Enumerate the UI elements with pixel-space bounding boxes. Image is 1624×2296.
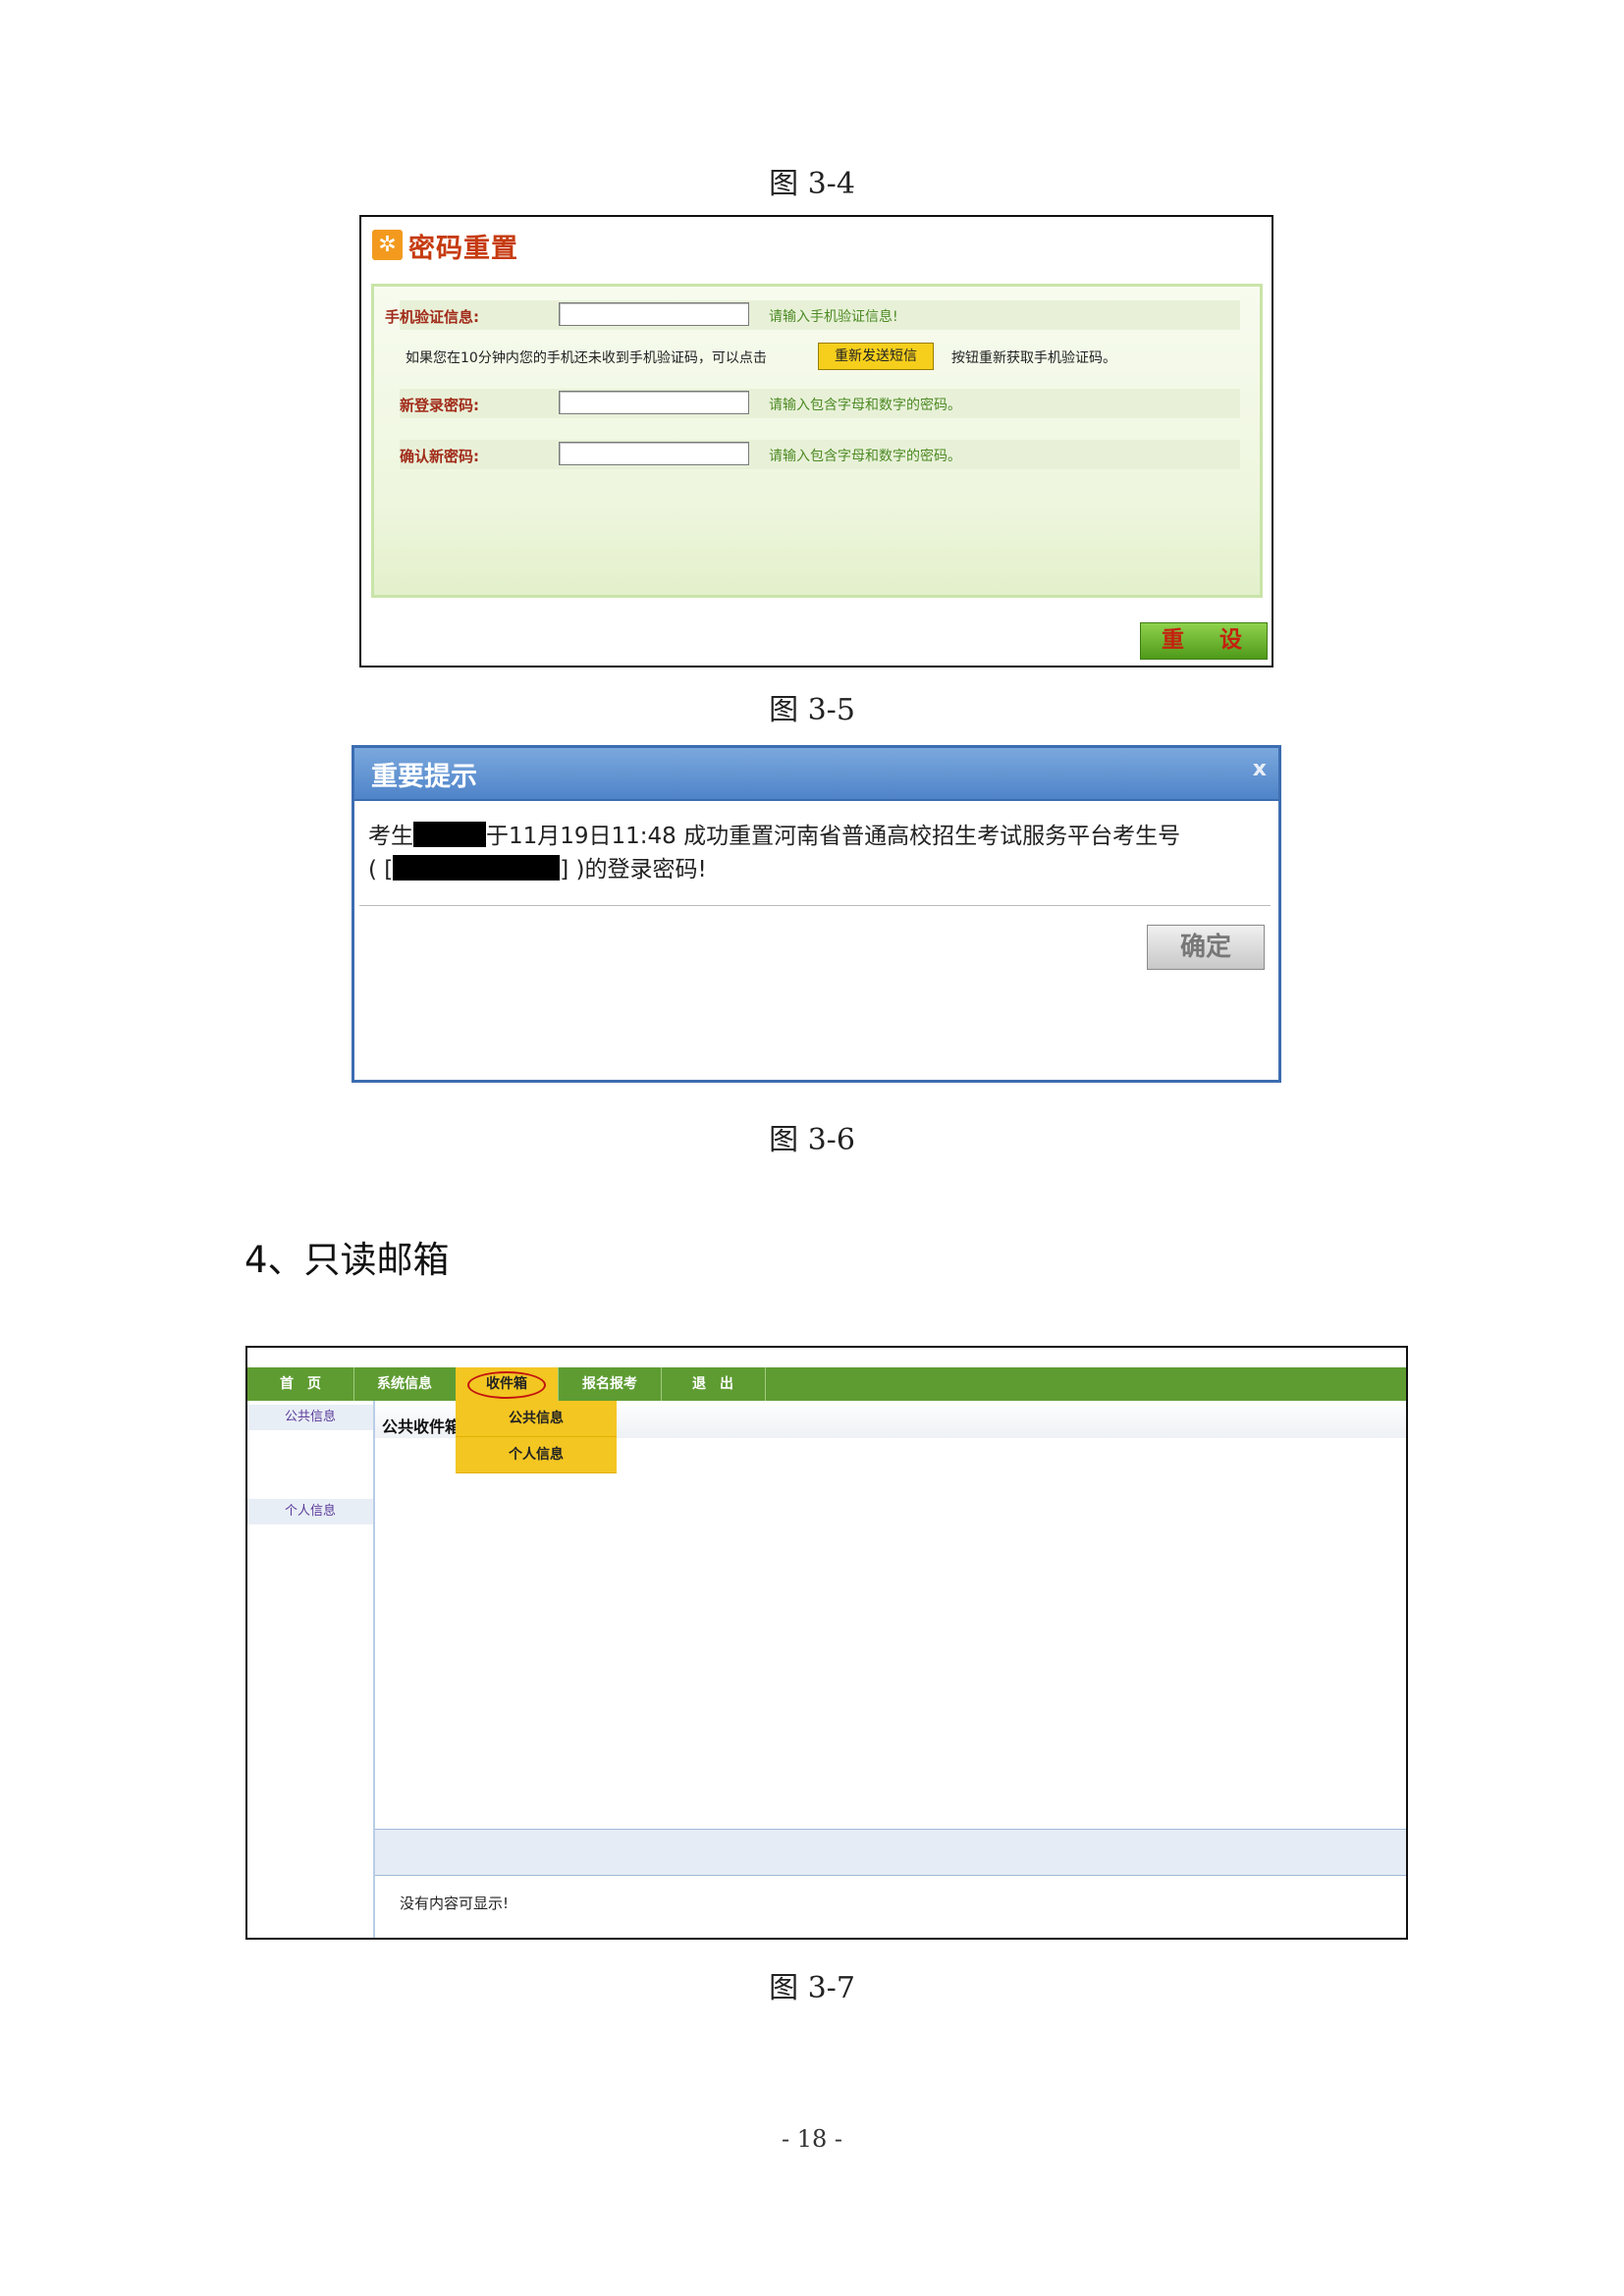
content-title: 公共收件箱 bbox=[382, 1417, 461, 1436]
resend-text-after: 按钮重新获取手机验证码。 bbox=[951, 350, 1116, 366]
ok-button[interactable]: 确定 bbox=[1147, 925, 1265, 970]
new-password-hint: 请输入包含字母和数字的密码。 bbox=[769, 398, 961, 413]
redacted-name bbox=[413, 822, 486, 847]
phone-code-hint: 请输入手机验证信息! bbox=[769, 309, 898, 325]
section-heading: 4、只读邮箱 bbox=[244, 1239, 450, 1281]
close-icon[interactable]: x bbox=[1253, 757, 1267, 781]
figure-caption-3-7: 图 3-7 bbox=[769, 1971, 855, 2005]
highlight-circle bbox=[467, 1371, 546, 1399]
puzzle-gear-icon: ✲ bbox=[372, 230, 403, 260]
new-password-input[interactable] bbox=[559, 391, 749, 414]
phone-code-label: 手机验证信息: bbox=[385, 308, 479, 326]
reset-form-panel: 手机验证信息: 请输入手机验证信息! 如果您在10分钟内您的手机还未收到手机验证… bbox=[371, 284, 1263, 598]
nav-system-info[interactable]: 系统信息 bbox=[353, 1367, 457, 1401]
dialog-header: 重要提示 x bbox=[354, 748, 1278, 801]
nav-logout[interactable]: 退 出 bbox=[661, 1367, 766, 1401]
mailbox-screenshot: 首 页 系统信息 收件箱 报名报考 退 出 公共信息 个人信息 公共收件箱 公共… bbox=[245, 1346, 1408, 1940]
new-password-label: 新登录密码: bbox=[400, 397, 479, 414]
resend-text-before: 如果您在10分钟内您的手机还未收到手机验证码，可以点击 bbox=[406, 350, 767, 366]
dropdown-item-public-info[interactable]: 公共信息 bbox=[456, 1401, 617, 1437]
dropdown-item-personal-info[interactable]: 个人信息 bbox=[456, 1437, 617, 1473]
dialog-title: 重要提示 bbox=[371, 762, 477, 792]
password-reset-screenshot: ✲ 密码重置 手机验证信息: 请输入手机验证信息! 如果您在10分钟内您的手机还… bbox=[359, 215, 1273, 667]
figure-caption-3-5: 图 3-5 bbox=[769, 693, 855, 727]
sidebar-item-personal-info[interactable]: 个人信息 bbox=[247, 1499, 373, 1524]
nav-home[interactable]: 首 页 bbox=[247, 1367, 354, 1401]
page-number: - 18 - bbox=[781, 2125, 842, 2153]
reset-title: 密码重置 bbox=[408, 234, 518, 264]
sidebar: 公共信息 个人信息 bbox=[247, 1401, 375, 1938]
nav-inbox[interactable]: 收件箱 bbox=[456, 1367, 558, 1401]
figure-caption-3-4: 图 3-4 bbox=[769, 167, 855, 201]
resend-sms-button[interactable]: 重新发送短信 bbox=[818, 343, 934, 370]
top-nav-bar: 首 页 系统信息 收件箱 报名报考 退 出 bbox=[247, 1367, 1406, 1401]
notice-dialog: 重要提示 x 考生 于11月19日11:48 成功重置河南省普通高校招生考试服务平… bbox=[352, 745, 1281, 1083]
figure-caption-3-6: 图 3-6 bbox=[769, 1123, 855, 1157]
sidebar-item-public-info[interactable]: 公共信息 bbox=[247, 1405, 373, 1430]
confirm-password-label: 确认新密码: bbox=[400, 448, 479, 465]
empty-message: 没有内容可显示! bbox=[400, 1895, 510, 1912]
confirm-password-input[interactable] bbox=[559, 442, 749, 465]
dialog-message-line-2: ( [ ] )的登录密码! bbox=[368, 850, 707, 883]
phone-code-input[interactable] bbox=[559, 302, 749, 326]
redacted-exam-number bbox=[393, 855, 561, 881]
message-suffix: 于11月19日11:48 成功重置河南省普通高校招生考试服务平台考生号 bbox=[486, 824, 1181, 849]
reset-button[interactable]: 重 设 bbox=[1140, 622, 1268, 660]
message-suffix: ] )的登录密码! bbox=[560, 857, 707, 882]
nav-registration[interactable]: 报名报考 bbox=[558, 1367, 662, 1401]
message-prefix: 考生 bbox=[368, 824, 413, 849]
dialog-divider bbox=[359, 905, 1271, 906]
message-prefix: ( [ bbox=[368, 857, 394, 882]
list-footer-band bbox=[375, 1829, 1406, 1876]
confirm-password-hint: 请输入包含字母和数字的密码。 bbox=[769, 449, 961, 464]
dialog-message-line-1: 考生 于11月19日11:48 成功重置河南省普通高校招生考试服务平台考生号 bbox=[368, 817, 1180, 850]
